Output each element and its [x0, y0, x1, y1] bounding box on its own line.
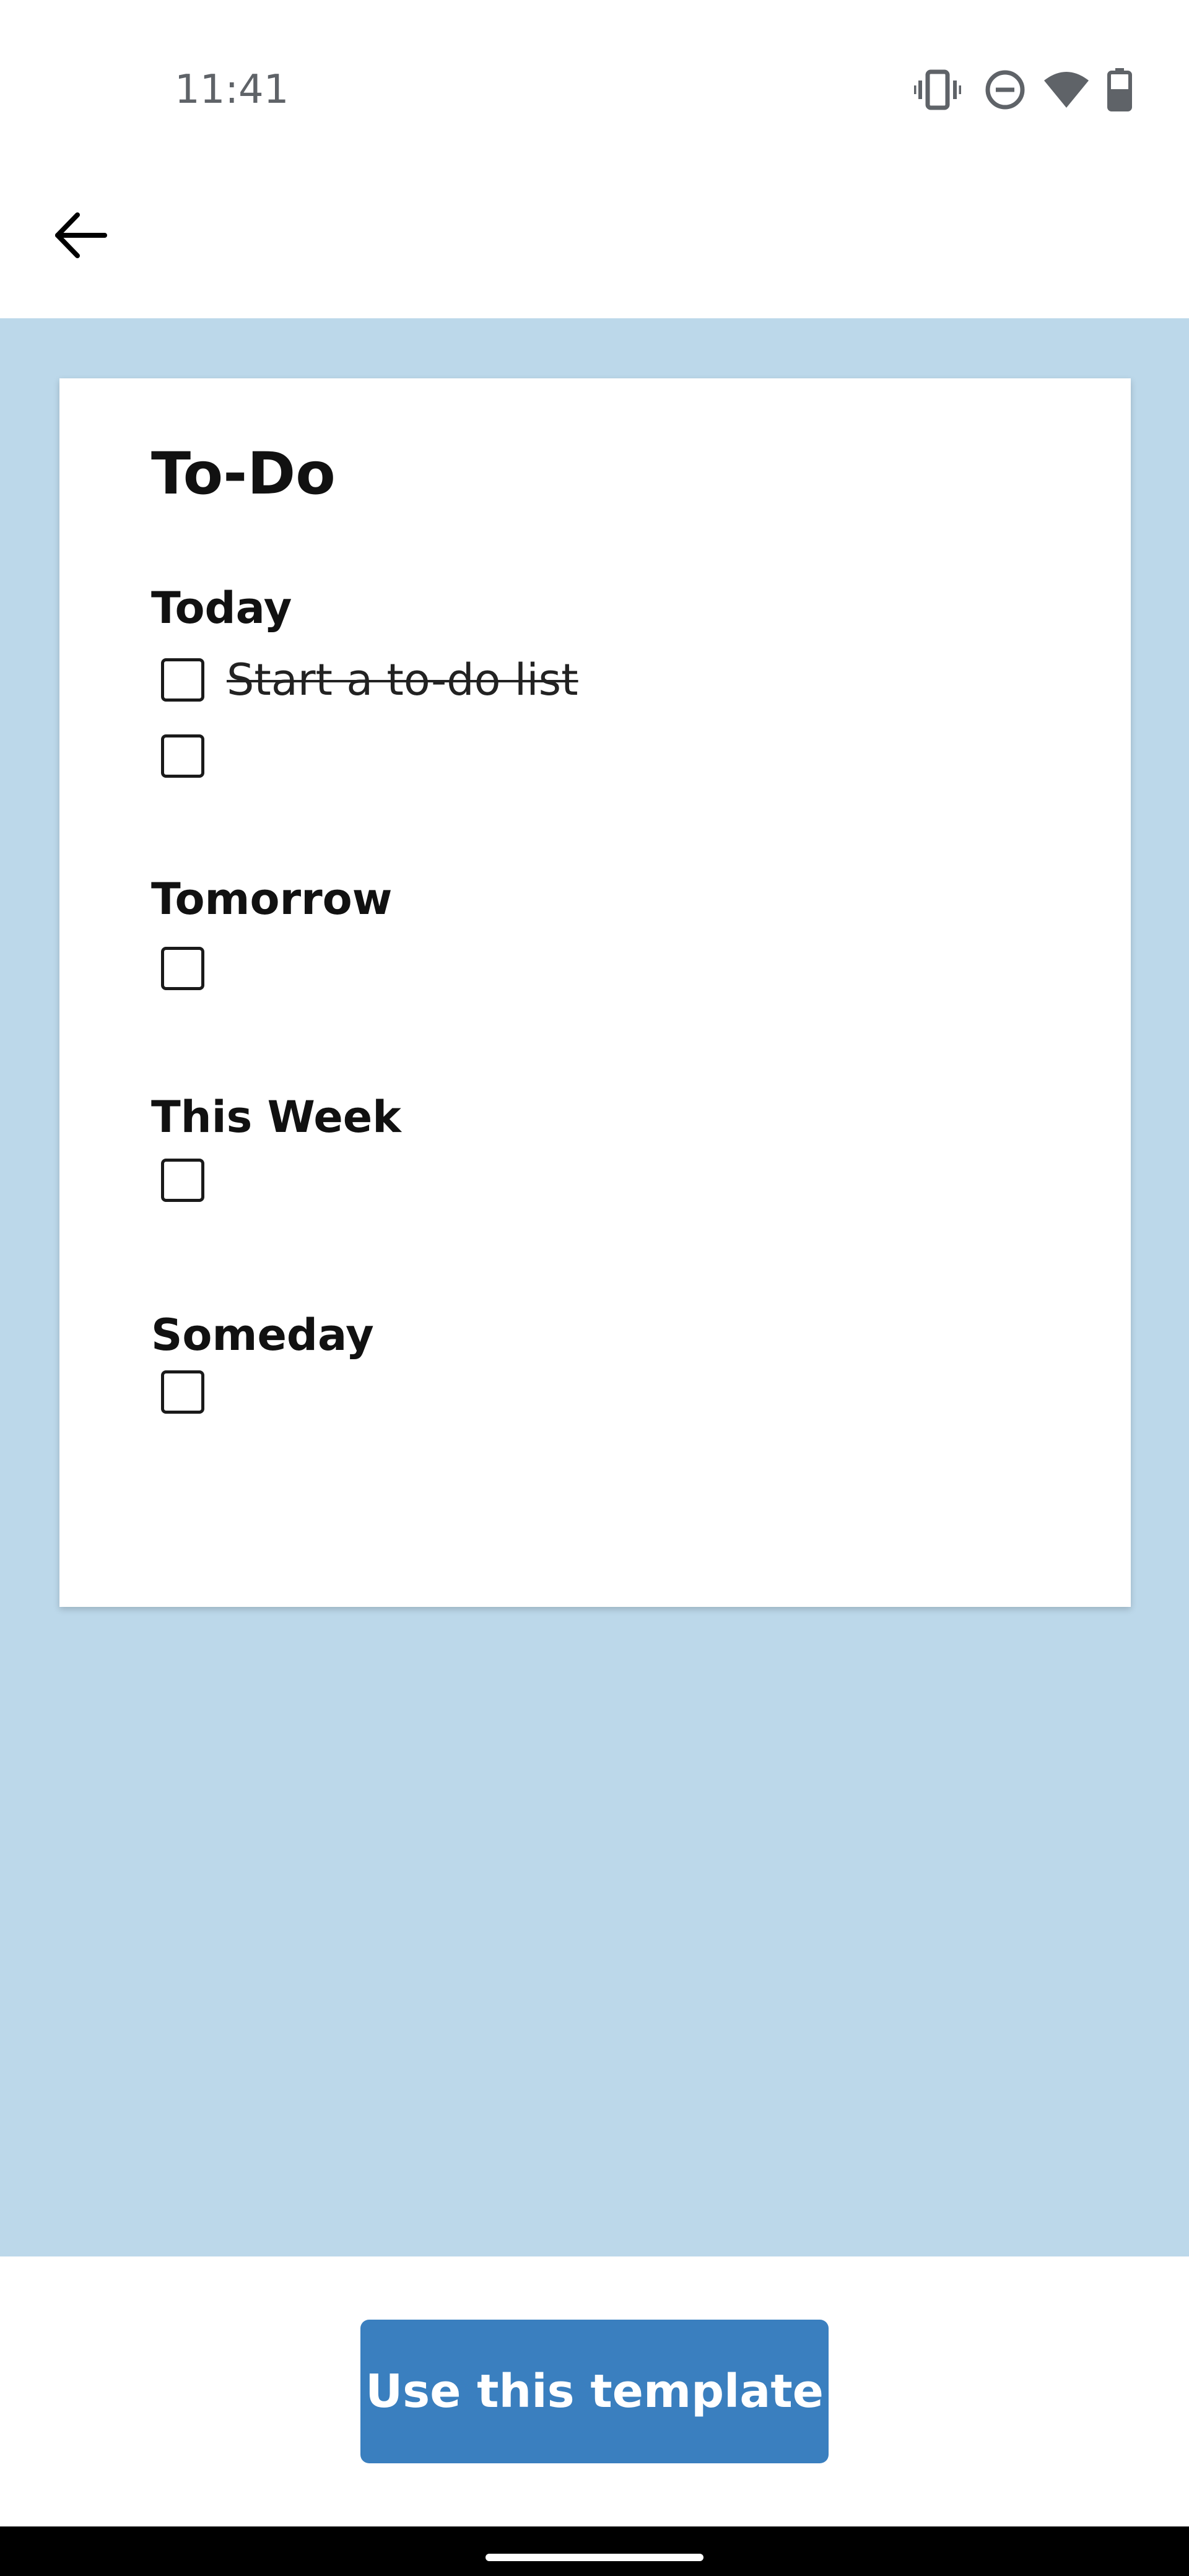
- section-heading-someday: Someday: [151, 1310, 374, 1360]
- system-navigation-bar: [0, 2526, 1189, 2576]
- template-preview-area: To-Do Today Start a to-do list Tomorrow …: [0, 318, 1189, 2256]
- app-screen: 11:41 To-Do Today Start a to-do list Tom…: [0, 0, 1189, 2576]
- section-heading-today: Today: [151, 583, 292, 633]
- todo-item: [161, 944, 204, 993]
- todo-checkbox[interactable]: [161, 1370, 204, 1414]
- template-title: To-Do: [151, 440, 336, 508]
- todo-checkbox[interactable]: [161, 1159, 204, 1202]
- home-gesture-handle[interactable]: [486, 2554, 703, 2561]
- template-preview-card: To-Do Today Start a to-do list Tomorrow …: [59, 378, 1131, 1607]
- wifi-icon: [1044, 72, 1089, 108]
- todo-checkbox[interactable]: [161, 658, 204, 702]
- bottom-action-bar: Use this template: [0, 2256, 1189, 2526]
- back-button[interactable]: [37, 192, 124, 279]
- arrow-back-icon: [55, 212, 107, 258]
- todo-item: [161, 731, 204, 781]
- todo-item: [161, 1367, 204, 1417]
- todo-checkbox[interactable]: [161, 947, 204, 990]
- battery-icon: [1107, 68, 1132, 111]
- todo-item: Start a to-do list: [161, 655, 578, 705]
- status-bar: 11:41: [0, 0, 1189, 186]
- use-template-button[interactable]: Use this template: [360, 2320, 829, 2463]
- todo-checkbox[interactable]: [161, 734, 204, 778]
- section-heading-tomorrow: Tomorrow: [151, 874, 393, 925]
- do-not-disturb-icon: [985, 70, 1025, 110]
- todo-item: [161, 1155, 204, 1205]
- status-time: 11:41: [175, 67, 289, 113]
- todo-item-text: Start a to-do list: [227, 655, 578, 705]
- section-heading-this-week: This Week: [151, 1092, 401, 1142]
- vibrate-icon: [914, 69, 961, 110]
